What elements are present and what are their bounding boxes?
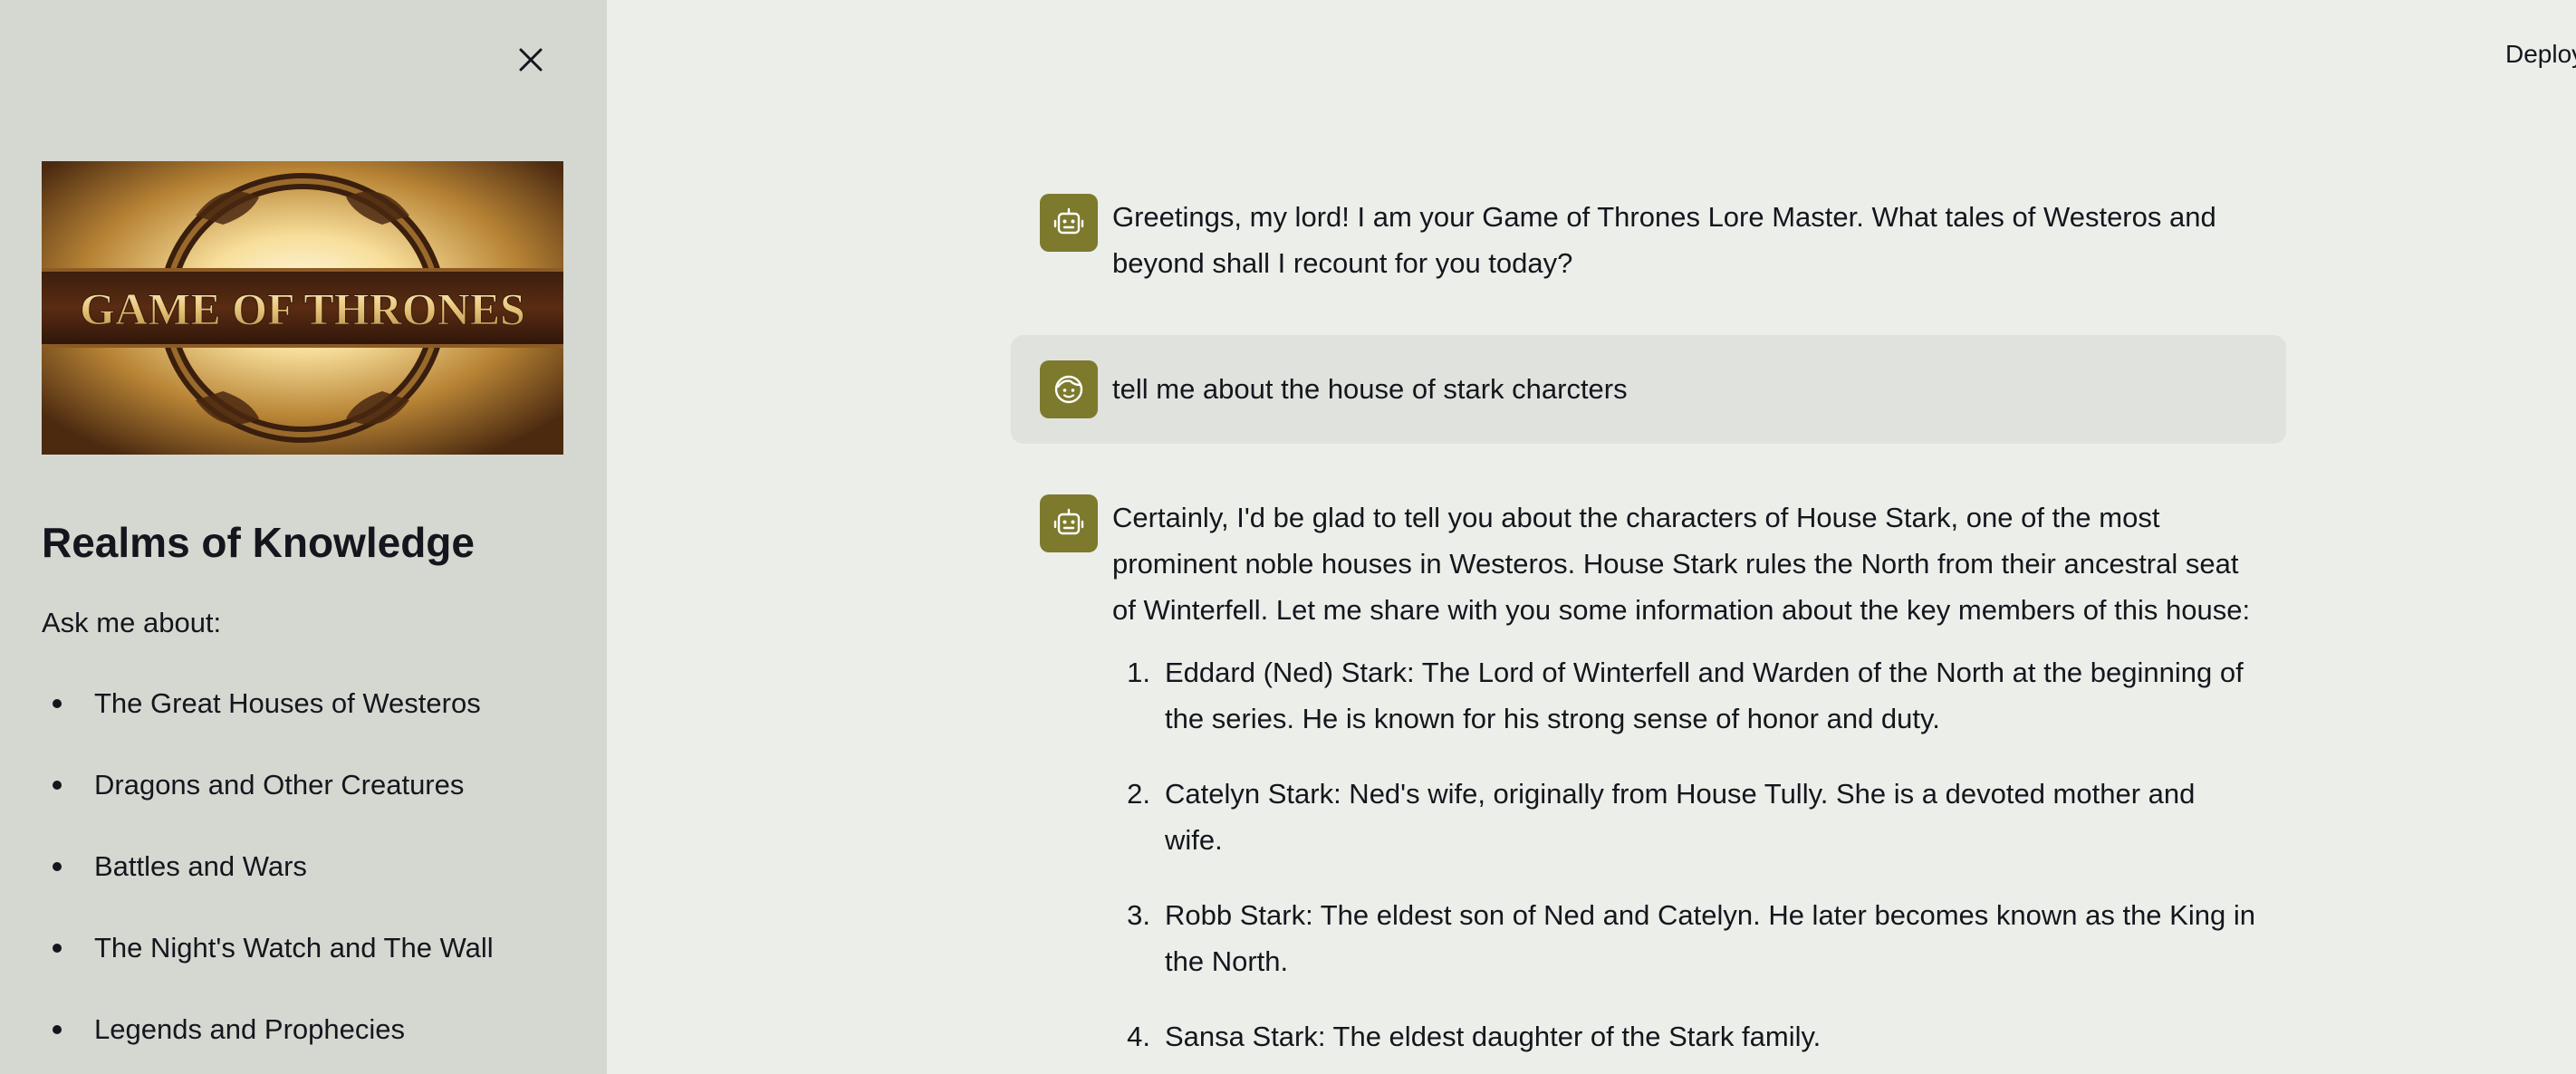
assistant-avatar	[1040, 194, 1098, 252]
bullet-icon	[53, 944, 62, 953]
robot-icon	[1053, 508, 1084, 535]
sidebar: GAME OF THRONES Realms of Knowledge Ask …	[0, 0, 607, 1074]
bullet-icon	[53, 781, 62, 790]
bullet-icon	[53, 862, 62, 871]
topic-item: Dragons and Other Creatures	[42, 762, 494, 844]
topic-list: The Great Houses of Westeros Dragons and…	[42, 681, 494, 1074]
list-text: Robb Stark: The eldest son of Ned and Ca…	[1165, 899, 2255, 977]
list-number: 4.	[1127, 1021, 1150, 1052]
sidebar-title: Realms of Knowledge	[42, 519, 475, 566]
list-text: Catelyn Stark: Ned's wife, originally fr…	[1165, 778, 2196, 856]
message-text: Greetings, my lord! I am your Game of Th…	[1112, 201, 2216, 279]
assistant-message: Greetings, my lord! I am your Game of Th…	[1011, 183, 2286, 297]
topic-label: Dragons and Other Creatures	[94, 769, 465, 801]
message-text: Certainly, I'd be glad to tell you about…	[1112, 502, 2251, 626]
close-icon	[519, 48, 543, 72]
topic-label: Battles and Wars	[94, 850, 307, 882]
bullet-icon	[53, 1025, 62, 1034]
character-list: 1. Eddard (Ned) Stark: The Lord of Winte…	[1112, 649, 2257, 1060]
topic-label: The Night's Watch and The Wall	[94, 932, 494, 964]
list-text: Eddard (Ned) Stark: The Lord of Winterfe…	[1165, 657, 2244, 734]
topic-item: The Night's Watch and The Wall	[42, 925, 494, 1007]
topic-label: Legends and Prophecies	[94, 1013, 405, 1045]
list-item: 1. Eddard (Ned) Stark: The Lord of Winte…	[1112, 649, 2257, 742]
topic-item: Battles and Wars	[42, 844, 494, 925]
user-avatar	[1040, 360, 1098, 418]
assistant-message: Certainly, I'd be glad to tell you about…	[1011, 484, 2286, 1074]
list-number: 2.	[1127, 778, 1150, 810]
topic-item: Legends and Prophecies	[42, 1007, 494, 1074]
topic-label: The Great Houses of Westeros	[94, 687, 481, 719]
list-item: 3. Robb Stark: The eldest son of Ned and…	[1112, 892, 2257, 984]
robot-icon	[1053, 207, 1084, 235]
close-sidebar-button[interactable]	[511, 40, 551, 80]
topic-item: The Great Houses of Westeros	[42, 681, 494, 762]
chat-area: Greetings, my lord! I am your Game of Th…	[1011, 183, 2286, 1074]
bullet-icon	[53, 699, 62, 708]
list-item: 2. Catelyn Stark: Ned's wife, originally…	[1112, 771, 2257, 863]
list-text: Sansa Stark: The eldest daughter of the …	[1165, 1021, 1821, 1052]
list-number: 1.	[1127, 657, 1150, 688]
list-number: 3.	[1127, 899, 1150, 931]
game-of-thrones-banner-image: GAME OF THRONES	[42, 161, 563, 455]
message-text: tell me about the house of stark charcte…	[1112, 373, 1628, 405]
assistant-avatar	[1040, 494, 1098, 552]
user-face-icon	[1054, 375, 1083, 404]
app-root: GAME OF THRONES Realms of Knowledge Ask …	[0, 0, 2576, 1074]
banner-logo-text: GAME OF THRONES	[80, 283, 525, 334]
sidebar-subtitle: Ask me about:	[42, 607, 222, 638]
list-item: 4. Sansa Stark: The eldest daughter of t…	[1112, 1013, 2257, 1060]
deploy-button[interactable]: Deploy	[2505, 40, 2576, 69]
user-message: tell me about the house of stark charcte…	[1011, 335, 2286, 444]
